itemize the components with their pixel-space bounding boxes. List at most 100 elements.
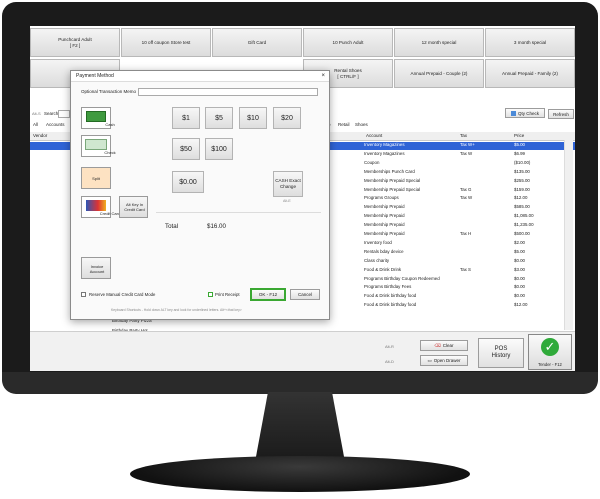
invoice-account-button[interactable]: Invoice Account [81, 257, 111, 279]
product-button[interactable]: Annual Prepaid - Family (2) [485, 59, 575, 88]
key-in-credit-card-button[interactable]: Alt Key In Credit Card [119, 196, 148, 218]
table-cell-price: ($10.00) [514, 159, 531, 165]
table-cell-tax: Tax S [460, 266, 471, 272]
monitor-stand-neck [255, 392, 345, 462]
qty-check-button[interactable]: Qty Check [505, 108, 545, 118]
product-button[interactable]: 10 off coupon Store test [121, 28, 211, 57]
cash-tile[interactable]: Cash [81, 107, 115, 129]
print-receipt-label: Print Receipt [215, 292, 240, 297]
close-icon[interactable]: × [321, 71, 325, 82]
refresh-button[interactable]: Refresh [548, 109, 574, 119]
ok-button[interactable]: OK - F12 [250, 288, 286, 301]
table-cell-account: Programs Birthday Fees [364, 284, 412, 290]
reserve-manual-label: Reserve Manual Credit Card Mode [89, 292, 156, 297]
table-cell-account: Inventory food [364, 239, 392, 245]
tender-button[interactable]: ✓ Tender - F12 [528, 334, 572, 370]
table-cell-tax: Tax H [460, 231, 472, 236]
table-cell-tax: Tax W [460, 195, 473, 201]
total-value: $16.00 [207, 223, 226, 230]
split-tile[interactable]: Split [81, 167, 111, 189]
table-cell-account: Food & Drink Drink [364, 266, 402, 272]
drawer-icon: ▭ [427, 357, 432, 363]
product-button[interactable]: 3 month special [485, 28, 575, 57]
denomination-10-button[interactable]: $10 [239, 107, 267, 129]
tab-retail[interactable]: Retail [338, 122, 350, 127]
clear-button[interactable]: ⌫ Clear [420, 340, 468, 351]
open-drawer-button[interactable]: ▭ Open Drawer [420, 355, 468, 366]
divider [156, 212, 321, 213]
table-cell-account: Class charity [364, 257, 390, 263]
reserve-manual-checkbox[interactable] [81, 292, 86, 297]
product-button[interactable]: Punchcard Adult [ F2 ] [30, 28, 120, 57]
product-button[interactable]: 10 Punch Adult [303, 28, 393, 57]
table-cell-price: $3.00 [514, 266, 525, 272]
table-cell-price: $1,235.00 [514, 222, 534, 228]
table-cell-account: Coupon [364, 159, 380, 165]
table-cell-price: $12.00 [514, 302, 528, 308]
table-cell-price: $500.00 [514, 231, 530, 236]
table-cell-account: Membership Prepaid [364, 222, 405, 228]
table-cell-price: $0.00 [514, 293, 525, 299]
table-cell-account: Membership Prepaid Special [364, 186, 421, 192]
drawer-hint: Alt-D [385, 359, 394, 364]
monitor-chin [2, 372, 598, 394]
table-cell-tax: Tax G [460, 186, 472, 192]
qty-check-icon [510, 110, 516, 116]
denomination-100-button[interactable]: $100 [205, 138, 233, 160]
denomination-50-button[interactable]: $50 [172, 138, 200, 160]
credit-card-tile[interactable]: Credit Card [81, 196, 120, 218]
table-cell-account: Food & Drink birthday food [364, 293, 417, 299]
table-cell-tax: Tax W+ [460, 142, 475, 147]
table-cell-account: Membership Prepaid [364, 213, 405, 219]
tab-shoes[interactable]: Shoes [355, 122, 368, 127]
table-cell-price: $1,085.00 [514, 213, 534, 219]
product-button[interactable]: Gift Card [212, 28, 302, 57]
search-input[interactable] [58, 110, 70, 118]
memo-input[interactable] [138, 88, 318, 96]
table-cell-account: Inventory Magazines [364, 142, 405, 147]
table-cell-account: Programs Groups [364, 195, 399, 201]
keyboard-shortcut-hint: Keyboard Shortcuts - Hold down ALT key a… [111, 308, 242, 312]
denomination-20-button[interactable]: $20 [273, 107, 301, 129]
search-label: Search [44, 111, 59, 116]
tax-header: Tax [460, 133, 468, 138]
price-header: Price [514, 133, 525, 138]
table-cell-price: $159.00 [514, 186, 530, 192]
cash-icon [86, 111, 106, 122]
monitor-stand-base [130, 456, 470, 492]
table-cell-price: $585.00 [514, 204, 530, 210]
table-cell-account: Rentals bday device [364, 248, 404, 254]
cancel-button[interactable]: Cancel [290, 289, 320, 300]
payment-method-dialog: Payment Method × Optional Transaction Me… [70, 70, 330, 320]
memo-label: Optional Transaction Memo [81, 89, 137, 94]
dialog-title: Payment Method × [71, 71, 329, 82]
denomination-5-button[interactable]: $5 [205, 107, 233, 129]
table-cell-account: Inventory Magazines [364, 150, 405, 156]
table-cell-account: Membership Prepaid Special [364, 177, 421, 183]
clear-hint: Alt-R [385, 344, 394, 349]
table-cell-account: Membership Prepaid [364, 204, 405, 210]
table-cell-price: $2.00 [514, 239, 525, 245]
table-cell-account: Programs Birthday Coupon Redeemed [364, 275, 440, 281]
tab-accounts[interactable]: Accounts [46, 122, 65, 127]
product-button[interactable]: 12 month special [394, 28, 484, 57]
table-cell-price: $255.00 [514, 177, 530, 183]
vendor-header: Vendor [33, 133, 48, 138]
total-label: Total [165, 223, 179, 230]
check-tile[interactable]: Check [81, 135, 116, 157]
search-hint: Alt-S [32, 111, 41, 116]
tab-all[interactable]: All [33, 122, 38, 127]
table-scrollbar[interactable] [564, 140, 573, 330]
cash-exact-change-button[interactable]: CASH Exact Change [273, 171, 303, 197]
print-receipt-checkbox[interactable] [208, 292, 213, 297]
check-icon [85, 139, 107, 150]
table-cell-price: $135.00 [514, 168, 530, 174]
table-cell-account: Food & Drink birthday food [364, 302, 417, 308]
table-cell-price: $5.00 [514, 248, 525, 254]
product-button[interactable]: Annual Prepaid - Couple (2) [394, 59, 484, 88]
table-cell-price: $12.00 [514, 195, 528, 201]
table-cell-price: $0.00 [514, 257, 525, 263]
denomination-1-button[interactable]: $1 [172, 107, 200, 129]
custom-amount-button[interactable]: $0.00 [172, 171, 204, 193]
pos-history-button[interactable]: POS History [478, 338, 524, 368]
